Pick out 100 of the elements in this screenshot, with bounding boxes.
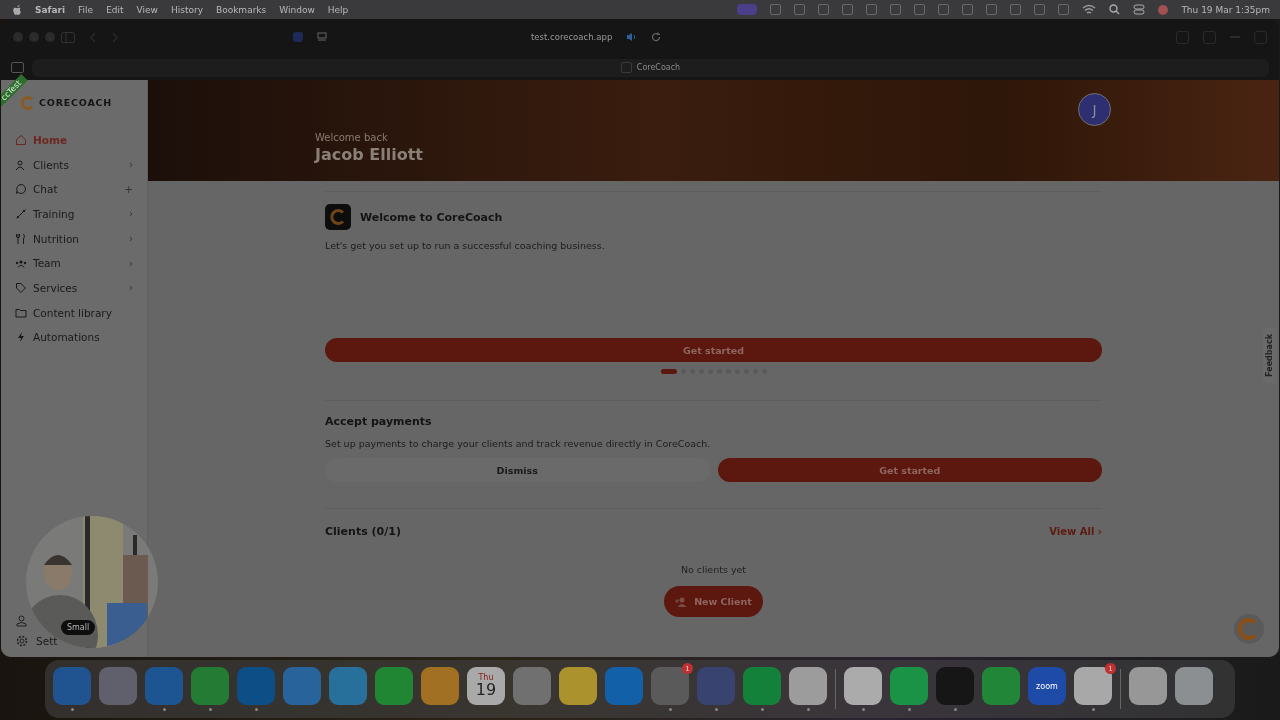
nav-icon — [15, 306, 27, 319]
status-icon[interactable] — [962, 4, 974, 15]
nav-icon — [15, 207, 27, 220]
menu-item[interactable]: Help — [327, 4, 349, 15]
app-icon[interactable] — [1074, 667, 1112, 705]
wifi-icon[interactable] — [1082, 4, 1097, 15]
nav-trailing-icon: › — [129, 208, 133, 220]
nav-icon — [15, 331, 27, 344]
status-icon[interactable] — [938, 4, 950, 15]
section-title: Clients (0/1) — [325, 525, 401, 538]
app-icon[interactable]: zoom — [1028, 667, 1066, 705]
size-label[interactable]: Small — [61, 620, 96, 635]
sidebar-toggle-icon[interactable] — [61, 31, 75, 43]
status-icon[interactable] — [842, 4, 854, 15]
nav-item[interactable]: Sett — [36, 635, 58, 647]
nav-trailing-icon: › — [129, 257, 133, 269]
menu-item[interactable]: Bookmarks — [215, 4, 267, 15]
nav-item[interactable]: Nutrition › — [15, 228, 133, 249]
chat-launcher-icon[interactable] — [1233, 613, 1265, 645]
app-icon[interactable] — [1129, 667, 1167, 705]
url-text[interactable]: test.corecoach.app — [531, 32, 613, 42]
get-started-button[interactable]: Get started — [717, 458, 1102, 482]
section-title: Accept payments — [325, 415, 433, 428]
status-icon[interactable] — [1010, 4, 1022, 15]
status-icon[interactable] — [890, 4, 902, 15]
section-text: Set up payments to charge your clients and track revenue directly in CoreCoach. — [325, 438, 712, 449]
favicon-icon — [620, 62, 632, 73]
nav-trailing-icon: › — [129, 159, 133, 171]
greeting: Welcome back — [315, 132, 389, 143]
nav-item[interactable]: Chat + — [15, 179, 133, 200]
browser-tab[interactable]: CoreCoach — [32, 58, 1269, 77]
nav-icon — [15, 232, 27, 245]
app-icon[interactable] — [1175, 667, 1213, 705]
status-icon[interactable] — [1034, 4, 1046, 15]
nav-icon — [15, 183, 27, 196]
dismiss-button[interactable]: Dismiss — [325, 458, 710, 482]
search-icon[interactable] — [1109, 4, 1121, 15]
logo-icon — [21, 95, 35, 110]
app-icon[interactable]: Thu 19 — [467, 667, 505, 705]
new-client-button[interactable]: New Client — [664, 586, 763, 617]
nav-item[interactable]: Content library — [15, 302, 133, 323]
nav-item[interactable]: Services › — [15, 278, 133, 298]
user-name: Jacob Elliott — [315, 145, 423, 164]
app-icon[interactable] — [743, 667, 781, 705]
nav-trailing-icon: › — [129, 233, 133, 245]
app-icon[interactable] — [982, 667, 1020, 705]
nav-icon — [15, 158, 27, 171]
get-started-button[interactable]: Get started — [325, 338, 1102, 362]
app-icon[interactable] — [789, 667, 827, 705]
card-text: Let's get you set up to run a successful coaching business. — [325, 240, 606, 251]
control-center-icon[interactable] — [1133, 4, 1146, 15]
status-icon[interactable] — [866, 4, 878, 15]
siri-icon[interactable] — [1158, 4, 1169, 15]
menu-item[interactable]: File — [78, 4, 94, 15]
settings-icon[interactable] — [16, 635, 28, 647]
nav-item[interactable]: Automations — [15, 327, 133, 348]
menu-item[interactable]: Safari — [35, 4, 66, 15]
brand-name: CORECOACH — [39, 97, 113, 108]
status-icon[interactable] — [986, 4, 998, 15]
extension-icon[interactable] — [293, 32, 303, 42]
app-icon[interactable] — [559, 667, 597, 705]
app-icon[interactable] — [890, 667, 928, 705]
app-logo-icon — [325, 204, 351, 230]
view-all-link[interactable]: View All › — [1049, 526, 1102, 537]
profile-icon[interactable] — [16, 615, 27, 627]
menu-item[interactable]: Window — [279, 4, 315, 15]
status-icon[interactable] — [794, 4, 806, 15]
feedback-tab[interactable]: Feedback — [1263, 328, 1276, 383]
nav-item[interactable]: Clients › — [15, 154, 133, 175]
app-icon[interactable] — [844, 667, 882, 705]
apple-icon[interactable] — [12, 3, 22, 16]
app-icon[interactable] — [421, 667, 459, 705]
clock: Thu 19 Mar 1:35pm — [1181, 4, 1270, 15]
menu-item[interactable]: Edit — [106, 4, 124, 15]
nav-item[interactable]: Training › — [15, 204, 133, 224]
status-icon[interactable] — [770, 4, 782, 15]
empty-state-text: No clients yet — [680, 564, 747, 575]
app-icon[interactable] — [513, 667, 551, 705]
app-icon[interactable] — [191, 667, 229, 705]
nav-icon — [15, 133, 27, 146]
menu-item[interactable]: View — [136, 4, 158, 15]
avatar[interactable]: J — [1078, 93, 1111, 126]
status-icon[interactable] — [914, 4, 926, 15]
status-icon[interactable] — [818, 4, 830, 15]
reload-icon[interactable] — [651, 32, 662, 42]
reader-icon[interactable] — [317, 32, 327, 42]
nav-trailing-icon: › — [129, 282, 133, 294]
card-title: Welcome to CoreCoach — [360, 210, 503, 224]
add-user-icon — [675, 596, 689, 607]
tab-title: CoreCoach — [636, 63, 681, 72]
nav-item[interactable]: Team › — [15, 253, 133, 274]
tab-group-icon[interactable] — [11, 62, 24, 73]
app-icon[interactable] — [329, 667, 367, 705]
nav-icon — [15, 281, 27, 294]
nav-item[interactable]: Home — [15, 130, 133, 150]
menu-item[interactable]: History — [170, 4, 203, 15]
speaker-icon[interactable] — [626, 32, 638, 42]
app-icon[interactable] — [375, 667, 413, 705]
screen-record-icon[interactable] — [737, 4, 758, 15]
status-icon[interactable] — [1058, 4, 1070, 15]
